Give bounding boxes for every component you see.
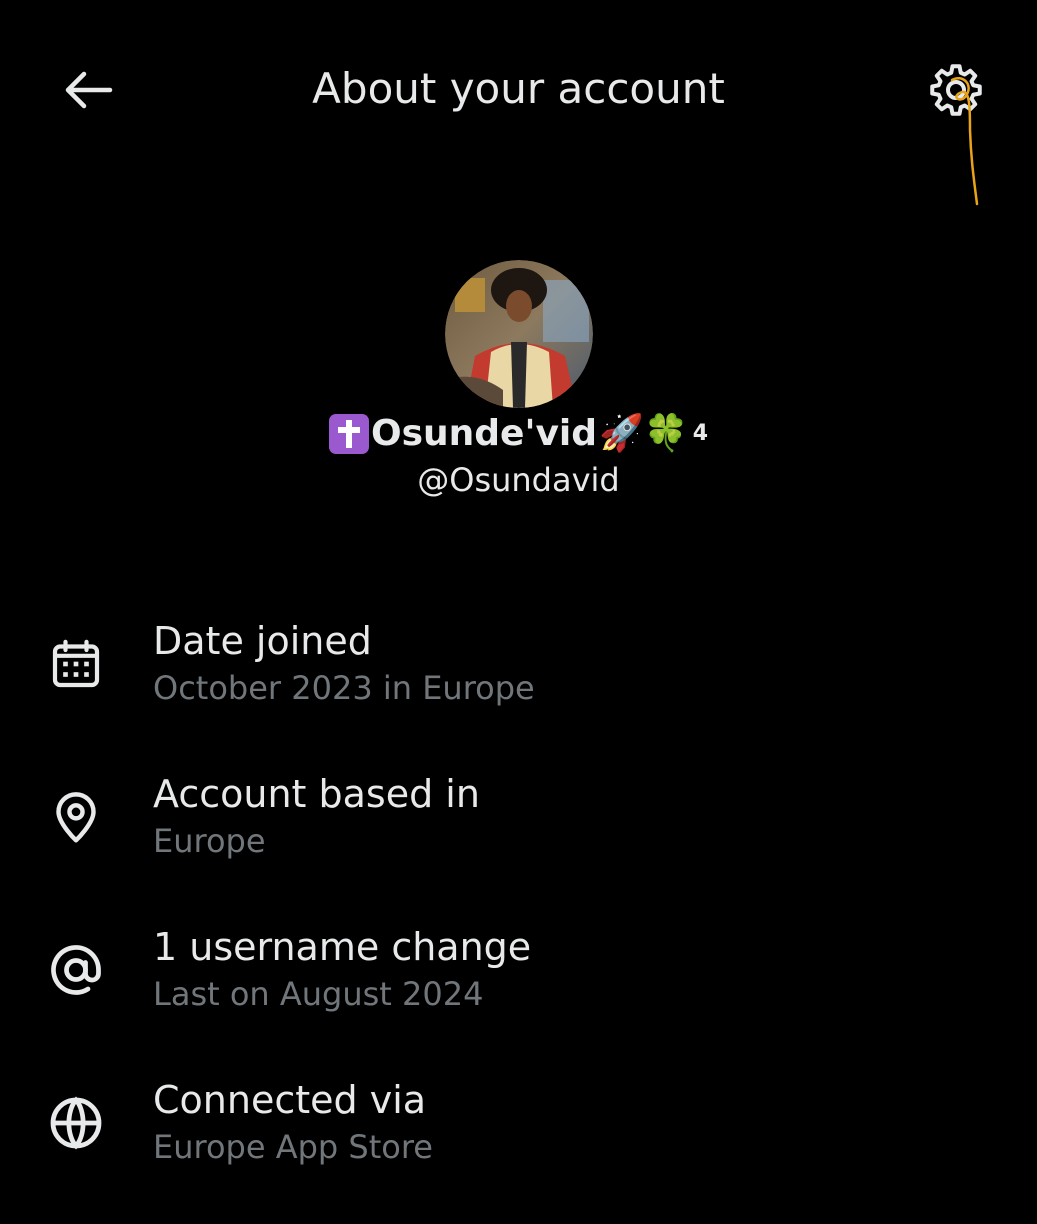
info-row-account-based-in: Account based in Europe xyxy=(0,765,1037,918)
info-subtitle: Last on August 2024 xyxy=(153,975,484,1013)
info-row-connected-via: Connected via Europe App Store xyxy=(0,1071,1037,1224)
location-pin-icon xyxy=(44,785,108,849)
info-row-username-change: 1 username change Last on August 2024 xyxy=(0,918,1037,1071)
info-subtitle: Europe xyxy=(153,822,266,860)
display-name-emojis: 🚀🍀 xyxy=(599,413,689,454)
account-info-list: Date joined October 2023 in Europe Accou… xyxy=(0,612,1037,1224)
gear-icon xyxy=(930,64,982,116)
info-subtitle: October 2023 in Europe xyxy=(153,669,535,707)
calendar-icon xyxy=(44,632,108,696)
page-title: About your account xyxy=(312,64,725,113)
profile-summary: Osunde'vid 🚀🍀 4 @Osundavid xyxy=(0,260,1037,500)
at-sign-icon xyxy=(44,938,108,1002)
info-title: Account based in xyxy=(153,772,480,816)
info-row-date-joined: Date joined October 2023 in Europe xyxy=(0,612,1037,765)
info-subtitle: Europe App Store xyxy=(153,1128,433,1166)
display-name: Osunde'vid 🚀🍀 4 xyxy=(328,412,708,456)
globe-icon xyxy=(44,1091,108,1155)
latin-cross-emoji xyxy=(328,414,369,454)
settings-button[interactable] xyxy=(922,56,990,124)
top-bar: About your account xyxy=(0,0,1037,206)
display-name-text: Osunde'vid xyxy=(370,413,598,454)
info-title: Connected via xyxy=(153,1078,427,1122)
avatar[interactable] xyxy=(444,260,593,408)
username-handle: @Osundavid xyxy=(417,461,620,499)
info-title: 1 username change xyxy=(153,925,532,969)
info-title: Date joined xyxy=(153,619,372,663)
